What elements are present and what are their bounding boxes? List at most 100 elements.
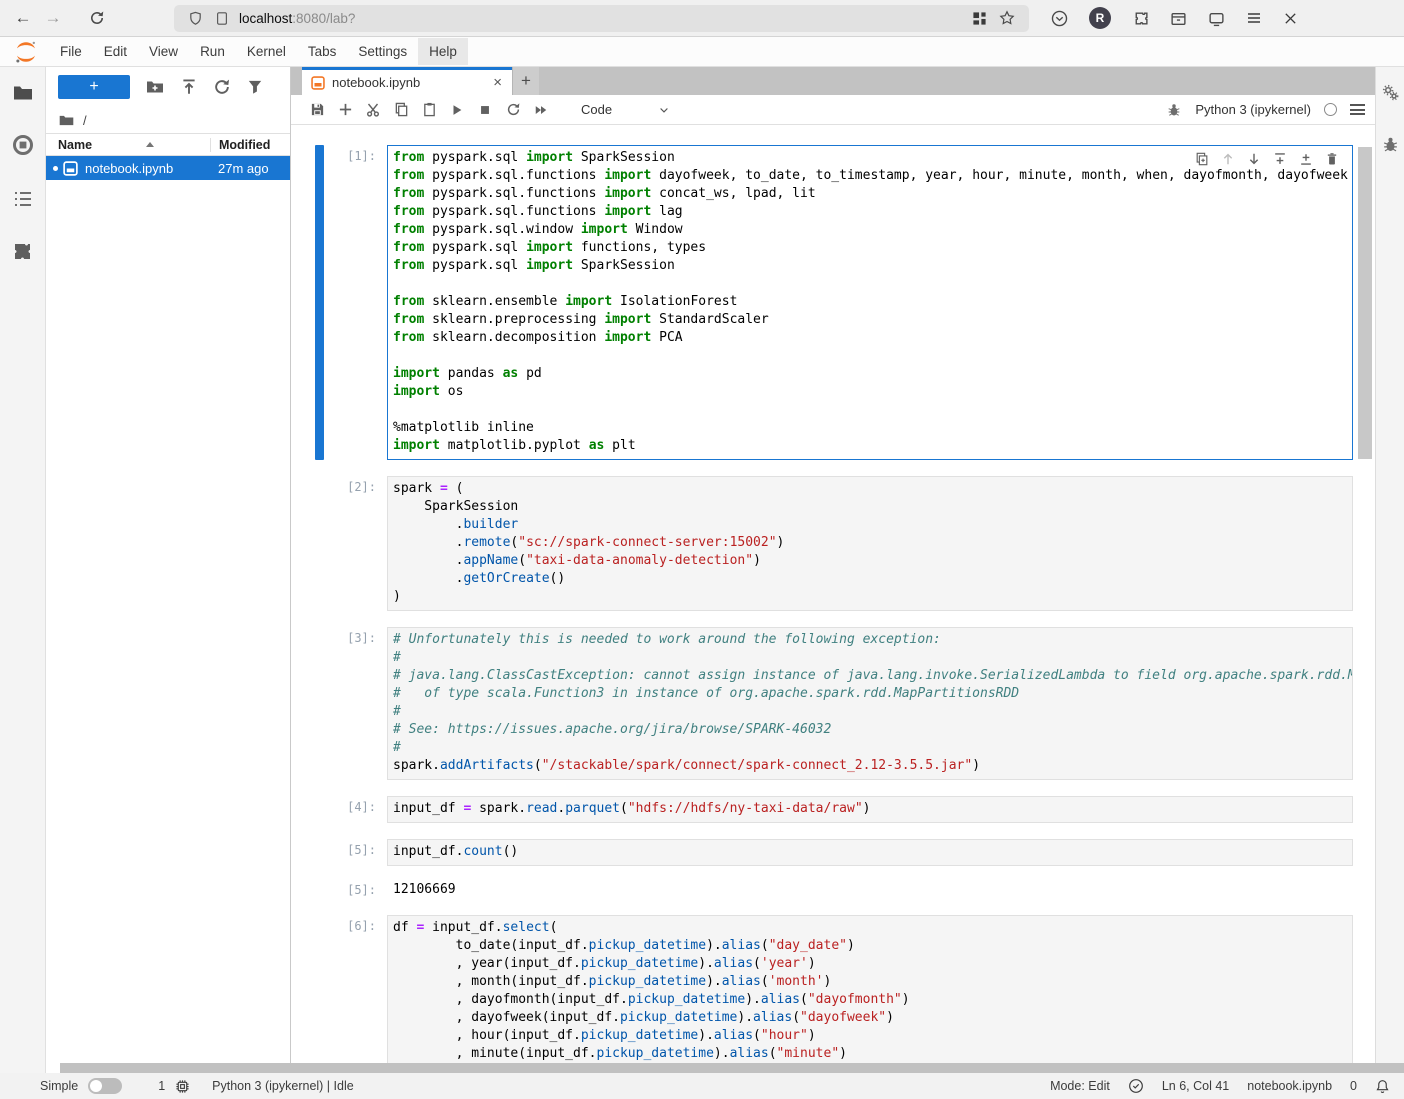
cell-editor[interactable]: from pyspark.sql import SparkSessionfrom… — [387, 145, 1353, 460]
code-line: import pandas as pd — [393, 365, 1352, 383]
duplicate-icon[interactable] — [1195, 152, 1209, 166]
cell-editor[interactable]: # Unfortunately this is needed to work a… — [387, 627, 1353, 780]
kernel-status-icon[interactable] — [1324, 103, 1337, 116]
cell-collapser[interactable] — [315, 796, 324, 823]
kernel-count[interactable]: 1 — [158, 1079, 165, 1093]
kernel-status-text[interactable]: Python 3 (ipykernel) | Idle — [212, 1079, 354, 1093]
move-down-icon[interactable] — [1247, 152, 1261, 166]
toolbar-menu-icon[interactable] — [1350, 102, 1365, 118]
file-modified: 27m ago — [210, 161, 290, 176]
running-kernels-icon[interactable] — [11, 133, 35, 157]
menu-help[interactable]: Help — [418, 38, 468, 65]
insert-above-icon[interactable] — [1273, 152, 1287, 166]
window-close-icon[interactable] — [1283, 11, 1298, 26]
upload-icon[interactable] — [180, 78, 198, 96]
refresh-icon[interactable] — [213, 78, 231, 96]
page-info-icon[interactable] — [215, 11, 229, 26]
debugger-icon[interactable] — [1381, 135, 1400, 154]
jupyter-logo — [13, 39, 39, 65]
menu-settings[interactable]: Settings — [347, 38, 418, 65]
extensions-puzzle-icon[interactable] — [1132, 10, 1149, 27]
file-browser-tab-icon[interactable] — [11, 81, 35, 105]
menu-tabs[interactable]: Tabs — [297, 38, 348, 65]
debugger-toggle-icon[interactable] — [1166, 102, 1182, 118]
code-line: .remote("sc://spark-connect-server:15002… — [393, 534, 1352, 552]
save-icon[interactable] — [309, 102, 325, 117]
add-cell-icon[interactable] — [337, 102, 353, 117]
kernel-name[interactable]: Python 3 (ipykernel) — [1195, 102, 1311, 117]
restart-kernel-icon[interactable] — [505, 102, 521, 117]
archive-icon[interactable] — [1170, 10, 1187, 27]
jupyter-menu-bar: File Edit View Run Kernel Tabs Settings … — [0, 37, 1404, 67]
status-filename[interactable]: notebook.ipynb — [1247, 1079, 1332, 1093]
menu-kernel[interactable]: Kernel — [236, 38, 297, 65]
run-icon[interactable] — [449, 103, 465, 117]
shield-icon[interactable] — [188, 11, 203, 26]
cut-icon[interactable] — [365, 102, 381, 118]
breadcrumb-root[interactable]: / — [83, 113, 87, 128]
file-row-notebook[interactable]: notebook.ipynb 27m ago — [46, 156, 290, 180]
browser-forward-icon[interactable]: → — [38, 4, 68, 32]
notebook-content[interactable]: [1]:from pyspark.sql import SparkSession… — [291, 125, 1375, 1073]
cell-type-dropdown[interactable]: Code — [577, 100, 674, 119]
new-folder-icon[interactable] — [145, 77, 165, 97]
url-bar[interactable]: localhost:8080/lab? — [174, 5, 1029, 32]
profile-avatar[interactable]: R — [1089, 7, 1111, 29]
breadcrumb[interactable]: / — [46, 107, 290, 133]
output-collapser[interactable] — [315, 882, 324, 897]
mode-indicator[interactable]: Mode: Edit — [1050, 1079, 1110, 1093]
cell-collapser[interactable] — [315, 476, 324, 611]
new-launcher-button[interactable]: + — [58, 75, 130, 99]
move-up-icon[interactable] — [1221, 152, 1235, 166]
property-inspector-icon[interactable] — [1381, 83, 1400, 102]
trust-shield-icon[interactable] — [1128, 1078, 1144, 1094]
browser-back-icon[interactable]: ← — [8, 4, 38, 32]
filter-icon[interactable] — [246, 78, 264, 96]
menu-file[interactable]: File — [49, 38, 93, 65]
containers-grid-icon[interactable] — [972, 11, 987, 26]
stop-icon[interactable] — [477, 103, 493, 117]
browser-menu-icon[interactable] — [1246, 10, 1262, 26]
pocket-icon[interactable] — [1051, 10, 1068, 27]
browser-reload-icon[interactable] — [82, 4, 112, 32]
screenshare-icon[interactable] — [1208, 10, 1225, 27]
code-cell: [3]:# Unfortunately this is needed to wo… — [315, 627, 1353, 780]
cell-collapser[interactable] — [315, 915, 324, 1073]
cell-editor[interactable]: spark = ( SparkSession .builder .remote(… — [387, 476, 1353, 611]
menu-run[interactable]: Run — [189, 38, 236, 65]
chevron-down-icon — [658, 104, 670, 116]
browser-toolbar: ← → localhost:8080/lab? R — [0, 0, 1404, 37]
tab-close-icon[interactable]: × — [491, 74, 504, 91]
menu-view[interactable]: View — [138, 38, 189, 65]
copy-icon[interactable] — [393, 102, 409, 117]
delete-icon[interactable] — [1325, 152, 1339, 166]
menu-edit[interactable]: Edit — [93, 38, 138, 65]
extension-manager-icon[interactable] — [11, 240, 35, 264]
bookmark-star-icon[interactable] — [999, 10, 1015, 26]
code-line: # — [393, 739, 1352, 757]
simple-mode-toggle[interactable] — [88, 1078, 122, 1094]
column-header-name[interactable]: Name — [46, 138, 210, 152]
tab-notebook[interactable]: notebook.ipynb × — [302, 67, 512, 95]
cell-editor[interactable]: df = input_df.select( to_date(input_df.p… — [387, 915, 1353, 1073]
notebook-scrollbar[interactable] — [1358, 147, 1372, 459]
code-line: spark = ( — [393, 480, 1352, 498]
status-bar: Simple 1 Python 3 (ipykernel) | Idle Mod… — [0, 1073, 1404, 1099]
insert-below-icon[interactable] — [1299, 152, 1313, 166]
restart-run-all-icon[interactable] — [533, 103, 549, 117]
column-header-modified[interactable]: Modified — [210, 138, 290, 152]
new-tab-button[interactable]: + — [512, 67, 539, 95]
cell-editor[interactable]: input_df = spark.read.parquet("hdfs://hd… — [387, 796, 1353, 823]
bell-icon[interactable] — [1375, 1079, 1390, 1094]
cell-collapser[interactable] — [315, 839, 324, 866]
cell-collapser[interactable] — [315, 145, 324, 460]
table-of-contents-icon[interactable] — [11, 187, 35, 211]
code-line: .builder — [393, 516, 1352, 534]
cursor-position[interactable]: Ln 6, Col 41 — [1162, 1079, 1229, 1093]
cell-collapser[interactable] — [315, 627, 324, 780]
paste-icon[interactable] — [421, 102, 437, 117]
code-line: .getOrCreate() — [393, 570, 1352, 588]
code-line: .appName("taxi-data-anomaly-detection") — [393, 552, 1352, 570]
cell-editor[interactable]: input_df.count() — [387, 839, 1353, 866]
notification-count[interactable]: 0 — [1350, 1079, 1357, 1093]
